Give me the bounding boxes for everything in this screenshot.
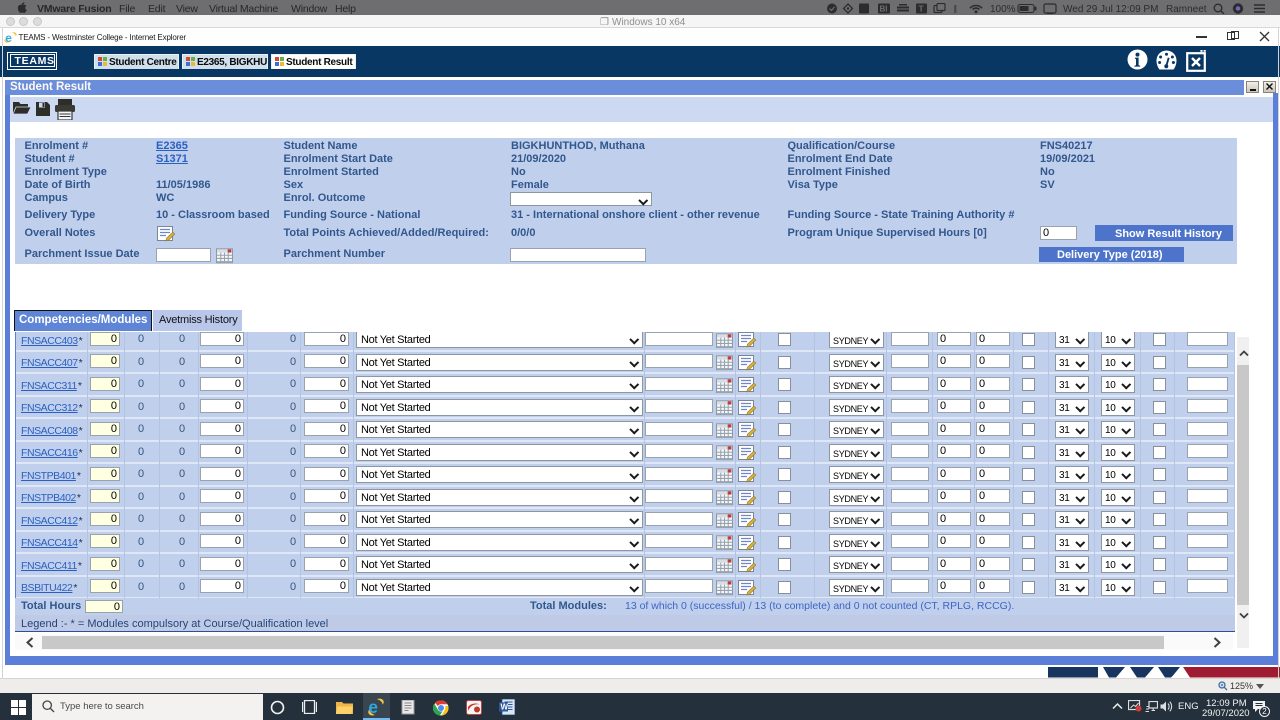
svg-text:W: W (501, 703, 509, 712)
svg-text:Ramneet: Ramneet (1166, 4, 1207, 14)
svg-text:BI: BI (880, 4, 888, 13)
svg-text:e: e (5, 31, 12, 44)
svg-text:T: T (919, 3, 925, 13)
svg-text:100%: 100% (990, 4, 1016, 14)
svg-text:e: e (368, 698, 378, 716)
svg-text:Wed 29 Jul 12:09 PM: Wed 29 Jul 12:09 PM (1063, 4, 1158, 14)
